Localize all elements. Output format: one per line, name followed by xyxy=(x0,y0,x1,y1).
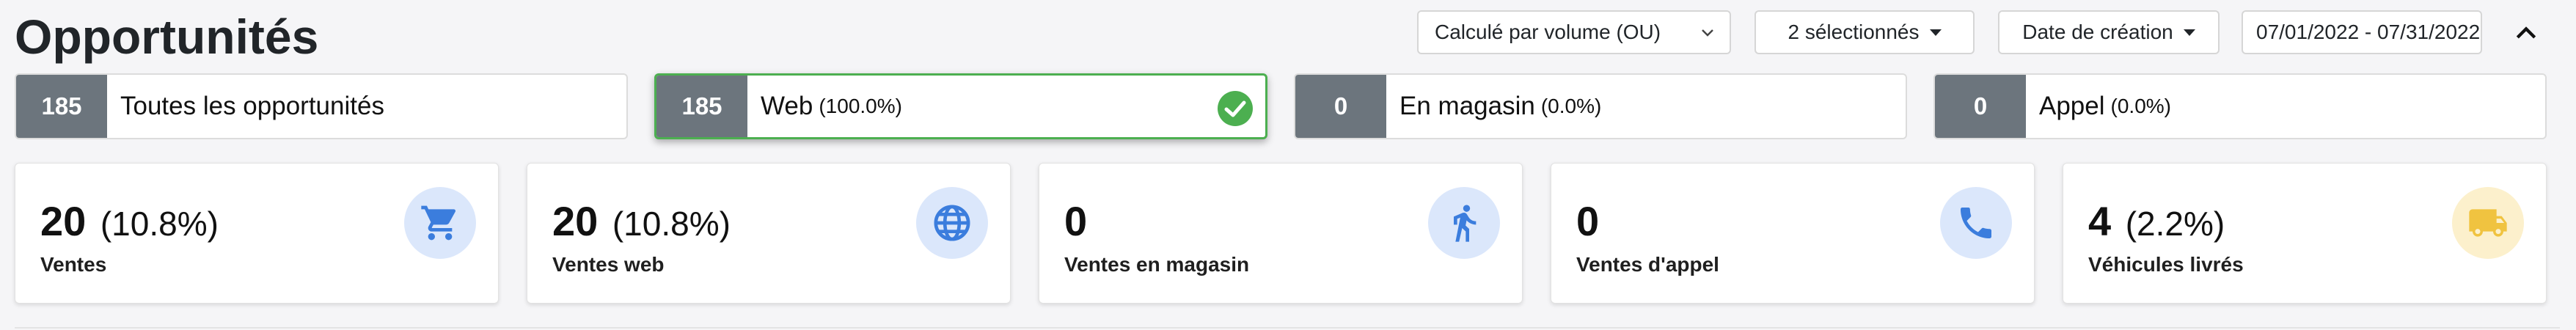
tile-label: Web xyxy=(761,92,813,120)
tile-label: Appel xyxy=(2039,92,2105,120)
chevron-up-icon[interactable] xyxy=(2511,19,2541,48)
selection-dropdown-button[interactable]: 2 sélectionnés xyxy=(1754,10,1975,54)
tile-count: 0 xyxy=(1935,75,2026,138)
kpi-label: Ventes web xyxy=(552,253,665,276)
kpi-label: Véhicules livrés xyxy=(2088,253,2244,276)
date-range-value: 07/01/2022 - 07/31/2022 xyxy=(2256,21,2481,43)
globe-icon xyxy=(916,187,988,259)
kpi-value: 20 (10.8%) xyxy=(552,197,731,245)
kpi-value: 0 xyxy=(1064,197,1087,245)
kpi-value: 4 (2.2%) xyxy=(2088,197,2225,245)
top-bar: Opportunités Calculé par volume (OU) 2 s… xyxy=(0,0,2576,70)
kpi-number: 0 xyxy=(1576,198,1600,244)
truck-icon xyxy=(2452,187,2524,259)
kpi-number: 4 xyxy=(2088,198,2112,244)
kpi-number: 20 xyxy=(552,198,599,244)
tile-percent: (100.0%) xyxy=(819,95,902,117)
chevron-down-icon xyxy=(1702,29,1713,37)
tile-label: En magasin xyxy=(1399,92,1535,120)
filter-tile-store[interactable]: 0 En magasin (0.0%) xyxy=(1294,73,1907,139)
tile-label: Toutes les opportunités xyxy=(120,92,384,120)
kpi-label: Ventes en magasin xyxy=(1064,253,1250,276)
caret-down-icon xyxy=(1929,29,1942,36)
date-type-dropdown-label: Date de création xyxy=(2022,21,2173,43)
cart-icon xyxy=(404,187,476,259)
volume-select-value: Calculé par volume (OU) xyxy=(1435,21,1661,43)
caret-down-icon xyxy=(2183,29,2195,36)
kpi-number: 20 xyxy=(40,198,87,244)
kpi-value: 20 (10.8%) xyxy=(40,197,219,245)
filter-tile-call[interactable]: 0 Appel (0.0%) xyxy=(1933,73,2547,139)
filter-tile-all[interactable]: 185 Toutes les opportunités xyxy=(15,73,628,139)
kpi-percent: (10.8%) xyxy=(612,205,731,243)
kpi-label: Ventes xyxy=(40,253,107,276)
kpi-card-web-sales: 20 (10.8%) Ventes web xyxy=(527,163,1011,304)
kpi-card-sales: 20 (10.8%) Ventes xyxy=(15,163,499,304)
tile-count: 0 xyxy=(1295,75,1386,138)
tile-percent: (0.0%) xyxy=(1540,95,1602,117)
kpi-value: 0 xyxy=(1576,197,1599,245)
divider xyxy=(15,327,2560,329)
tile-count: 185 xyxy=(656,76,747,137)
tile-percent: (0.0%) xyxy=(2110,95,2171,117)
phone-icon xyxy=(1940,187,2012,259)
page-title: Opportunités xyxy=(15,10,319,64)
kpi-card-call-sales: 0 Ventes d'appel xyxy=(1551,163,2035,304)
kpi-card-store-sales: 0 Ventes en magasin xyxy=(1039,163,1523,304)
tile-count: 185 xyxy=(16,75,107,138)
kpi-percent: (10.8%) xyxy=(100,205,219,243)
selection-dropdown-label: 2 sélectionnés xyxy=(1788,21,1920,43)
date-range-input[interactable]: 07/01/2022 - 07/31/2022 xyxy=(2242,10,2482,54)
kpi-percent: (2.2%) xyxy=(2125,205,2225,243)
kpi-card-delivered-vehicles: 4 (2.2%) Véhicules livrés xyxy=(2063,163,2547,304)
filter-tile-web[interactable]: 185 Web (100.0%) xyxy=(654,73,1267,139)
kpi-number: 0 xyxy=(1064,198,1088,244)
walking-person-icon xyxy=(1428,187,1500,259)
kpi-label: Ventes d'appel xyxy=(1576,253,1719,276)
volume-select[interactable]: Calculé par volume (OU) xyxy=(1417,10,1731,54)
check-circle-icon xyxy=(1218,91,1253,126)
date-type-dropdown-button[interactable]: Date de création xyxy=(1998,10,2220,54)
